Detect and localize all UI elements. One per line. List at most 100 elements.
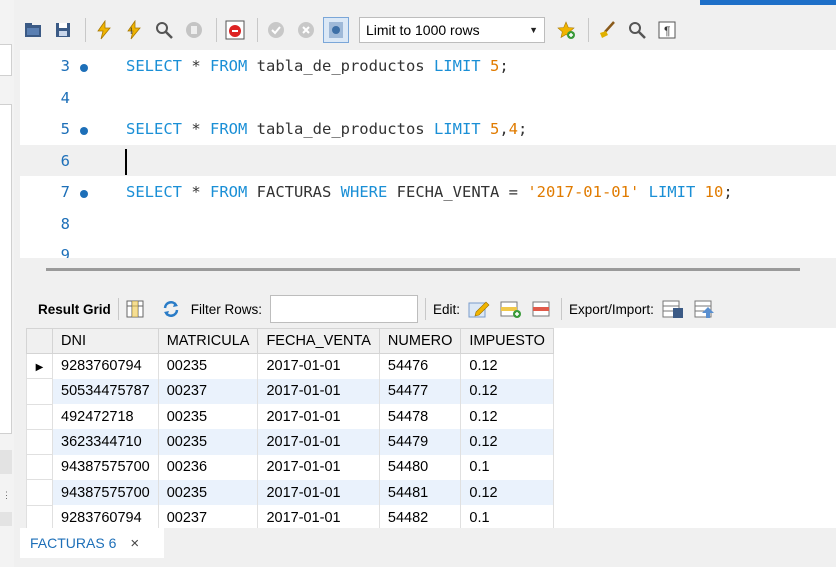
column-header[interactable]: IMPUESTO [460, 328, 554, 354]
column-header[interactable]: DNI [52, 328, 159, 354]
editor-line[interactable]: 6 [20, 144, 836, 176]
table-cell[interactable]: 0.12 [460, 353, 554, 379]
sql-editor[interactable]: 3 SELECT * FROM tabla_de_productos LIMIT … [20, 50, 836, 258]
row-selector[interactable] [26, 378, 53, 405]
table-row[interactable]: 94387575700 00236 2017-01-01 54480 0.1 [26, 454, 554, 481]
table-cell[interactable]: 0.12 [460, 479, 554, 506]
beautify-icon[interactable] [594, 17, 620, 43]
editor-line[interactable]: 5 SELECT * FROM tabla_de_productos LIMIT … [20, 113, 836, 144]
statement-marker-icon [80, 64, 88, 72]
row-selector[interactable]: ▶ [26, 352, 53, 380]
row-selector[interactable] [26, 454, 53, 481]
limit-rows-select[interactable]: Limit to 1000 rows ▼ [359, 17, 545, 43]
table-cell[interactable]: 2017-01-01 [257, 429, 380, 455]
table-cell[interactable]: 00235 [158, 429, 259, 455]
column-header[interactable]: NUMERO [378, 328, 462, 354]
table-cell[interactable]: 54477 [379, 378, 462, 405]
result-grid-label[interactable]: Result Grid [38, 302, 111, 317]
execute-icon[interactable] [91, 17, 117, 43]
find-icon[interactable] [624, 17, 650, 43]
window-accent-bar [700, 0, 836, 5]
table-cell[interactable]: 2017-01-01 [257, 479, 380, 506]
add-snippet-icon[interactable] [553, 17, 579, 43]
table-cell[interactable]: 0.1 [460, 505, 554, 528]
stop-icon[interactable] [181, 17, 207, 43]
table-cell[interactable]: 9283760794 [52, 505, 159, 528]
line-number: 8 [60, 214, 70, 233]
tab-facturas-6[interactable]: FACTURAS 6 × [20, 528, 164, 558]
table-cell[interactable]: 54481 [379, 479, 462, 506]
table-cell[interactable]: 54476 [379, 353, 462, 379]
line-number: 7 [60, 183, 70, 201]
panel-splitter[interactable] [46, 268, 800, 271]
row-selector[interactable] [26, 479, 53, 506]
row-selector[interactable] [26, 428, 53, 456]
table-cell[interactable]: 0.12 [460, 378, 554, 405]
import-icon[interactable] [694, 299, 716, 319]
sql-keyword: LIMIT [433, 120, 481, 138]
table-row[interactable]: 492472718 00235 2017-01-01 54478 0.12 [26, 403, 554, 430]
table-cell[interactable]: 2017-01-01 [257, 353, 380, 379]
table-cell[interactable]: 54478 [379, 404, 462, 430]
add-row-icon[interactable] [500, 299, 522, 319]
table-cell[interactable]: 3623344710 [52, 429, 159, 455]
rollback-icon[interactable] [293, 17, 319, 43]
execute-current-icon[interactable]: I [121, 17, 147, 43]
table-cell[interactable]: 2017-01-01 [257, 404, 380, 430]
table-cell[interactable]: 00235 [158, 404, 259, 430]
toggle-error-icon[interactable] [222, 17, 248, 43]
sql-literal: 5 [489, 57, 500, 75]
refresh-icon[interactable] [161, 300, 181, 318]
table-cell[interactable]: 50534475787 [52, 378, 159, 405]
table-cell[interactable]: 54482 [379, 505, 462, 528]
table-cell[interactable]: 00235 [158, 479, 259, 506]
table-cell[interactable]: 54480 [379, 454, 462, 480]
sidebar-grip-icon[interactable]: ⋮ [2, 490, 11, 501]
table-cell[interactable]: 0.12 [460, 429, 554, 455]
delete-row-icon[interactable] [532, 299, 554, 319]
export-icon[interactable] [662, 299, 684, 319]
filter-rows-input[interactable] [270, 295, 419, 323]
editor-line[interactable]: 7 SELECT * FROM FACTURAS WHERE FECHA_VENT… [20, 176, 836, 207]
table-row[interactable]: 50534475787 00237 2017-01-01 54477 0.12 [26, 378, 554, 405]
word-wrap-icon[interactable]: ¶ [654, 17, 680, 43]
open-folder-icon[interactable] [20, 17, 46, 43]
table-cell[interactable]: 54479 [379, 429, 462, 455]
autocommit-icon[interactable] [323, 17, 349, 43]
table-cell[interactable]: 00235 [158, 353, 259, 379]
close-icon[interactable]: × [130, 535, 139, 552]
table-cell[interactable]: 2017-01-01 [257, 454, 380, 480]
table-cell[interactable]: 2017-01-01 [257, 378, 380, 405]
row-selector[interactable] [26, 504, 53, 528]
toolbar-separator [561, 298, 563, 320]
save-icon[interactable] [50, 17, 76, 43]
editor-line[interactable]: 9 [20, 239, 836, 258]
table-cell[interactable]: 9283760794 [52, 353, 159, 379]
table-cell[interactable]: 00236 [158, 454, 259, 480]
column-header[interactable]: MATRICULA [157, 328, 259, 354]
commit-icon[interactable] [263, 17, 289, 43]
editor-line[interactable]: 3 SELECT * FROM tabla_de_productos LIMIT … [20, 50, 836, 81]
table-cell[interactable]: 0.1 [460, 454, 554, 480]
editor-line[interactable]: 8 [20, 208, 836, 239]
table-cell[interactable]: 0.12 [460, 404, 554, 430]
table-cell[interactable]: 00237 [158, 505, 259, 528]
table-cell[interactable]: 94387575700 [52, 454, 159, 480]
export-import-label: Export/Import: [569, 301, 654, 317]
table-row[interactable]: 3623344710 00235 2017-01-01 54479 0.12 [26, 428, 554, 456]
result-grid[interactable]: DNI MATRICULA FECHA_VENTA NUMERO IMPUESTO ▶ 9… [26, 328, 836, 528]
table-cell[interactable]: 00237 [158, 378, 259, 405]
table-cell[interactable]: 492472718 [52, 404, 159, 430]
row-selector[interactable] [26, 403, 53, 430]
editor-line[interactable]: 4 [20, 82, 836, 113]
explain-icon[interactable] [151, 17, 177, 43]
edit-cell-icon[interactable] [468, 299, 490, 319]
table-cell[interactable]: 2017-01-01 [257, 505, 380, 528]
table-cell[interactable]: 94387575700 [52, 479, 159, 506]
grid-layout-icon[interactable] [126, 300, 144, 318]
table-row[interactable]: 9283760794 00237 2017-01-01 54482 0.1 [26, 504, 554, 528]
table-row[interactable]: ▶ 9283760794 00235 2017-01-01 54476 0.12 [26, 352, 554, 380]
table-row[interactable]: 94387575700 00235 2017-01-01 54481 0.12 [26, 479, 554, 506]
column-header[interactable]: FECHA_VENTA [257, 328, 380, 354]
